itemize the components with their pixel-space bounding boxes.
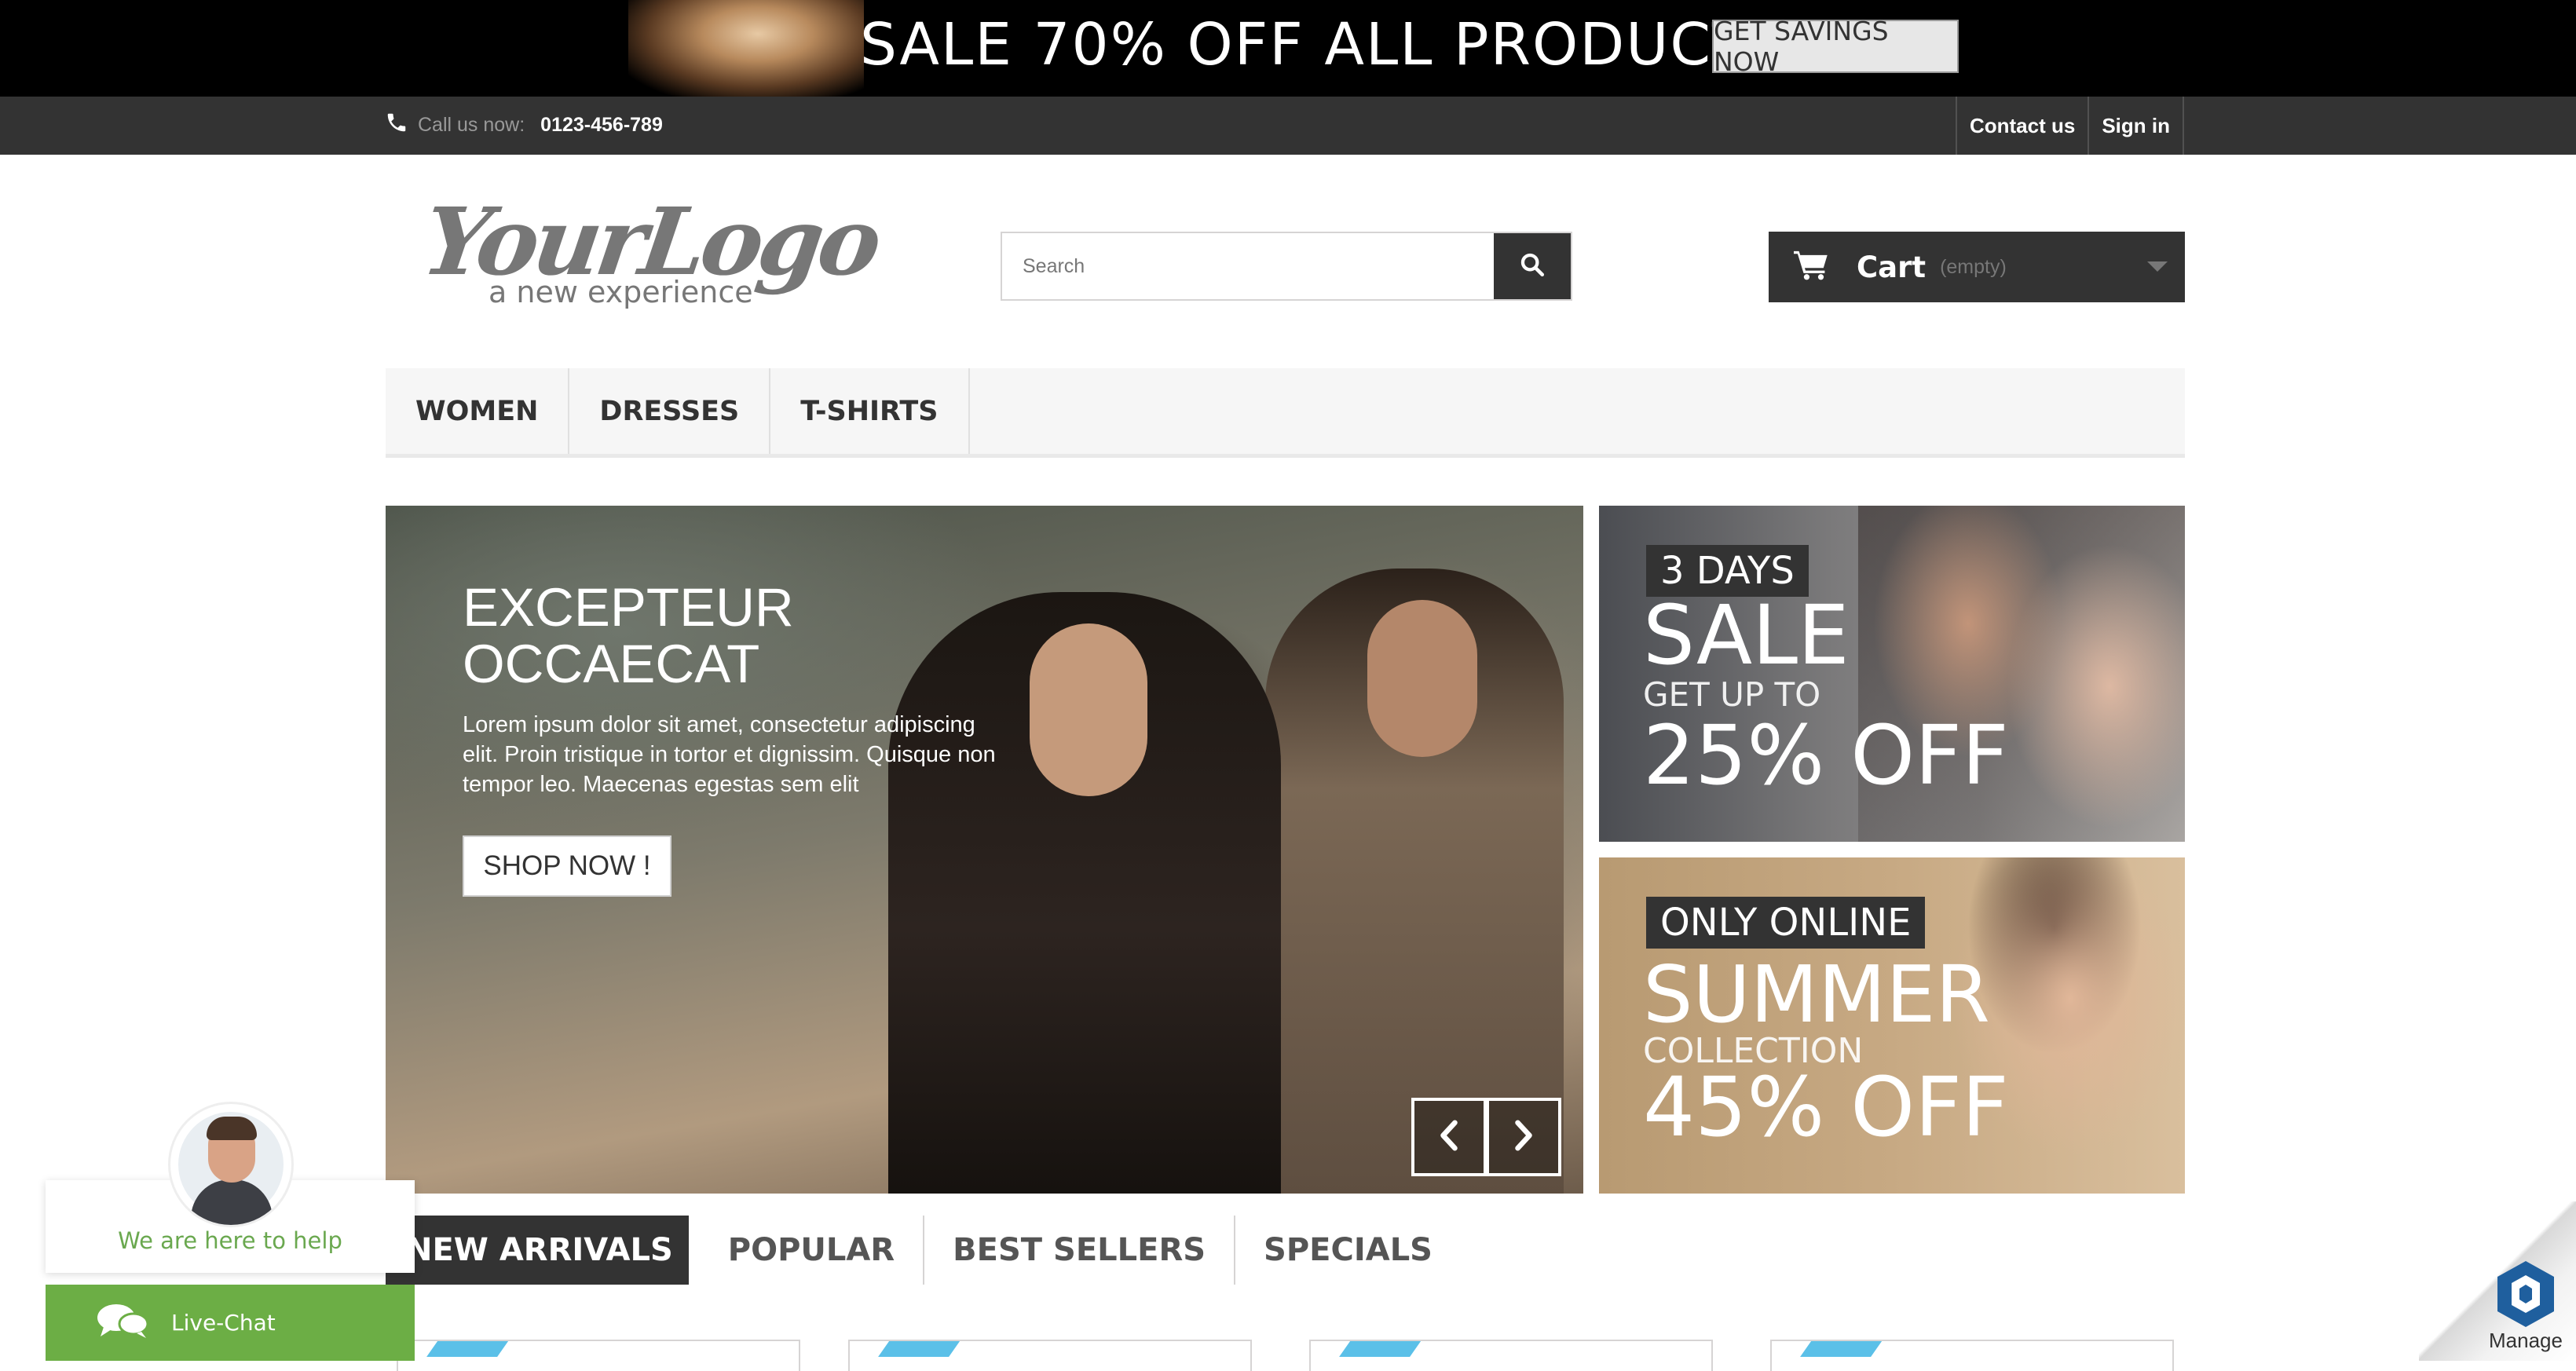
hero-description: Lorem ipsum dolor sit amet, consectetur … bbox=[463, 712, 996, 797]
get-savings-button[interactable]: GET SAVINGS NOW bbox=[1712, 16, 1959, 77]
cart-button[interactable]: Cart (empty) bbox=[1769, 232, 2185, 302]
main-menu: WOMEN DRESSES T-SHIRTS bbox=[386, 368, 2185, 458]
menu-item-dresses[interactable]: DRESSES bbox=[569, 368, 771, 454]
sale-banner[interactable]: 3 DAYS SALE GET UP TO 25% OFF bbox=[1599, 506, 2185, 842]
new-ribbon bbox=[1800, 1341, 1890, 1357]
logo-tagline: a new experience bbox=[488, 275, 753, 309]
slider-prev-button[interactable] bbox=[1411, 1098, 1487, 1176]
cart-icon bbox=[1794, 250, 1830, 285]
avatar-hair bbox=[207, 1117, 257, 1140]
tab-specials[interactable]: SPECIALS bbox=[1235, 1216, 1461, 1285]
sale-banner-line1: SALE bbox=[1643, 587, 1850, 683]
summer-banner-tag: ONLY ONLINE bbox=[1646, 897, 1926, 949]
cart-status: (empty) bbox=[1940, 255, 2007, 278]
summer-collection-banner[interactable]: ONLY ONLINE SUMMER COLLECTION 45% OFF bbox=[1599, 857, 2185, 1194]
promo-headline: SALE 70% OFF ALL PRODUCTS bbox=[860, 11, 1788, 79]
account-links: Contact us Sign in bbox=[1955, 97, 2184, 155]
call-us-info: Call us now: 0123-456-789 bbox=[385, 107, 663, 143]
new-ribbon bbox=[426, 1341, 516, 1357]
product-tabs: NEW ARRIVALS POPULAR BEST SELLERS SPECIA… bbox=[386, 1216, 1461, 1285]
manage-hexagon-icon[interactable] bbox=[2488, 1256, 2563, 1332]
summer-banner-line1: SUMMER bbox=[1643, 949, 1990, 1040]
search-input[interactable] bbox=[1002, 233, 1494, 299]
hero-slider: EXCEPTEUR OCCAECAT Lorem ipsum dolor sit… bbox=[386, 506, 1583, 1194]
menu-item-t-shirts[interactable]: T-SHIRTS bbox=[770, 368, 970, 454]
contact-us-link[interactable]: Contact us bbox=[1955, 97, 2088, 155]
site-logo[interactable]: YourLogo a new experience bbox=[416, 187, 884, 320]
chat-bubbles-icon bbox=[94, 1300, 151, 1345]
product-card[interactable] bbox=[848, 1340, 1252, 1371]
search-icon bbox=[1519, 251, 1546, 282]
product-card[interactable] bbox=[1770, 1340, 2174, 1371]
chat-help-text: We are here to help bbox=[118, 1227, 342, 1254]
shop-now-button[interactable]: SHOP NOW ! bbox=[463, 835, 671, 897]
hero-title-line2: OCCAECAT bbox=[463, 634, 760, 694]
new-ribbon bbox=[1339, 1341, 1429, 1357]
tab-popular[interactable]: POPULAR bbox=[700, 1216, 925, 1285]
cart-label: Cart bbox=[1857, 250, 1927, 284]
hero-man-face bbox=[1367, 600, 1477, 757]
promo-banner[interactable]: SALE 70% OFF ALL PRODUCTS GET SAVINGS NO… bbox=[0, 0, 2576, 97]
phone-prefix: Call us now: bbox=[418, 113, 525, 136]
search-button[interactable] bbox=[1494, 233, 1571, 299]
live-chat-label: Live-Chat bbox=[171, 1310, 276, 1336]
cart-dropdown-icon bbox=[2147, 261, 2168, 272]
hero-title: EXCEPTEUR OCCAECAT bbox=[463, 579, 794, 693]
search-bar bbox=[1001, 232, 1572, 301]
new-ribbon bbox=[878, 1341, 968, 1357]
tab-best-sellers[interactable]: BEST SELLERS bbox=[924, 1216, 1236, 1285]
slider-next-button[interactable] bbox=[1486, 1098, 1561, 1176]
tab-new-arrivals[interactable]: NEW ARRIVALS bbox=[386, 1216, 689, 1285]
summer-banner-line3: 45% OFF bbox=[1643, 1059, 2009, 1155]
agent-avatar[interactable] bbox=[168, 1102, 294, 1227]
product-card[interactable] bbox=[397, 1340, 800, 1371]
manage-label[interactable]: Manage bbox=[2488, 1329, 2563, 1353]
hero-woman-face bbox=[1030, 623, 1147, 796]
chevron-left-icon bbox=[1437, 1120, 1461, 1155]
phone-number: 0123-456-789 bbox=[540, 113, 663, 136]
sign-in-link[interactable]: Sign in bbox=[2088, 97, 2184, 155]
sale-banner-line3: 25% OFF bbox=[1643, 707, 2009, 803]
menu-item-women[interactable]: WOMEN bbox=[386, 368, 570, 454]
product-card[interactable] bbox=[1309, 1340, 1713, 1371]
promo-model-image bbox=[628, 0, 864, 97]
chevron-right-icon bbox=[1512, 1120, 1535, 1155]
phone-icon bbox=[385, 111, 408, 140]
hero-title-line1: EXCEPTEUR bbox=[463, 577, 794, 638]
live-chat-button[interactable]: Live-Chat bbox=[46, 1285, 415, 1361]
